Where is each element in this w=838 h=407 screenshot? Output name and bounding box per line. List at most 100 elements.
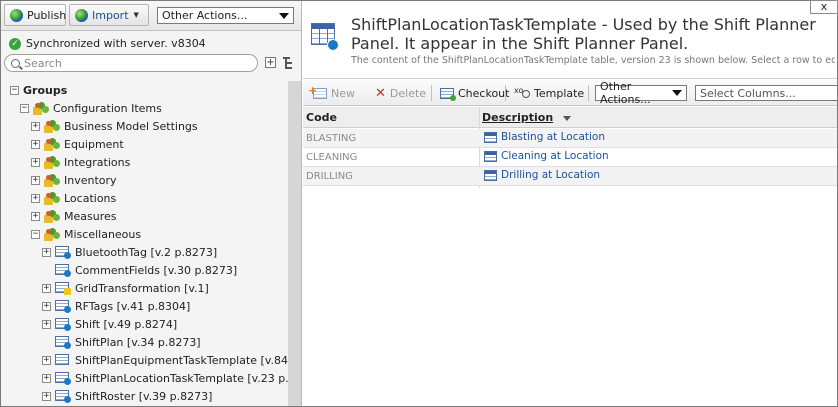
folder-icon (44, 191, 60, 205)
checkout-label: Checkout (458, 86, 510, 100)
tree-node-table[interactable]: + GridTransformation [v.1] (42, 279, 209, 297)
folder-icon (44, 173, 60, 187)
tree-node-label: RFTags [v.41 p.8304] (75, 299, 191, 313)
import-label: Import (92, 8, 129, 22)
cell-code: CLEANING (306, 152, 358, 163)
tree-node-table[interactable]: + BluetoothTag [v.2 p.8273] (42, 243, 217, 261)
description-link[interactable]: Blasting at Location (501, 131, 605, 143)
cell-description[interactable]: Cleaning at Location (484, 150, 609, 162)
tree-node-folder[interactable]: + Business Model Settings (31, 117, 198, 135)
table-row[interactable]: BLASTING Blasting at Location (303, 129, 837, 148)
tree-node-table[interactable]: + RFTags [v.41 p.8304] (42, 297, 190, 315)
tree-node-table[interactable]: ShiftPlan [v.34 p.8273] (42, 333, 201, 351)
expand-icon[interactable]: + (31, 193, 40, 203)
checkout-button[interactable]: Checkout (440, 85, 509, 101)
select-columns-input[interactable]: Select Columns... (695, 85, 837, 101)
expand-icon[interactable]: + (42, 355, 51, 365)
tree-node-table[interactable]: + Shift [v.49 p.8274] (42, 315, 177, 333)
description-link[interactable]: Cleaning at Location (501, 150, 609, 162)
import-button[interactable]: Import ▼ (69, 4, 149, 26)
expand-icon[interactable]: + (42, 391, 51, 401)
expand-icon[interactable]: + (31, 211, 40, 221)
expand-icon[interactable]: + (42, 283, 51, 293)
close-button[interactable]: x (810, 0, 838, 14)
tree-node-folder[interactable]: + Integrations (31, 153, 130, 171)
tree-node-folder[interactable]: + Locations (31, 189, 116, 207)
table-icon (55, 317, 71, 331)
tree-node-folder[interactable]: + Inventory (31, 171, 117, 189)
tree-node-table[interactable]: CommentFields [v.30 p.8273] (42, 261, 237, 279)
expand-icon[interactable]: + (31, 175, 40, 185)
left-panel: Publish Import ▼ Other Actions... ✓ Sync… (1, 1, 302, 406)
other-actions-select[interactable]: Other Actions... (595, 80, 687, 106)
tree-node-label: Miscellaneous (64, 227, 142, 241)
delete-icon: ✕ (375, 85, 386, 101)
template-button[interactable]: Template (514, 85, 584, 101)
expand-icon[interactable]: + (31, 121, 40, 131)
tree-node-label: Equipment (64, 137, 124, 151)
tree-node-table[interactable]: + ShiftRoster [v.39 p.8273] (42, 387, 212, 405)
expand-all-icon[interactable]: + (265, 57, 276, 68)
expand-icon[interactable]: + (42, 247, 51, 257)
tree-node-label: Measures (64, 209, 117, 223)
right-panel: ShiftPlanLocationTaskTemplate - Used by … (303, 0, 838, 406)
tree-node-configuration-items[interactable]: − Configuration Items (20, 99, 162, 117)
expand-icon[interactable]: + (31, 157, 40, 167)
check-icon: ✓ (9, 37, 21, 50)
tree-node-label: Locations (64, 191, 117, 205)
tree-node-label: CommentFields [v.30 p.8273] (75, 263, 238, 277)
tree-node-folder[interactable]: + Equipment (31, 135, 124, 153)
search-input[interactable]: Search (4, 54, 258, 72)
tree-node-label: GridTransformation [v.1] (75, 281, 209, 295)
grid-header: Code Description (303, 107, 837, 128)
other-actions-select[interactable]: Other Actions... (157, 7, 294, 24)
expand-icon[interactable]: + (31, 139, 40, 149)
search-placeholder: Search (24, 56, 62, 70)
import-icon (75, 8, 88, 22)
tree-node-table[interactable]: + ShiftPlanLocationTaskTemplate [v.23 p.… (42, 369, 301, 387)
tree-node-label: Integrations (64, 155, 131, 169)
expand-icon[interactable]: + (42, 301, 51, 311)
tree-node-groups[interactable]: − Groups (10, 81, 67, 99)
collapse-icon[interactable]: − (20, 103, 29, 113)
tree-node-label: Business Model Settings (64, 119, 198, 133)
page-subtitle: The content of the ShiftPlanLocationTask… (351, 55, 835, 66)
expand-icon[interactable]: + (42, 319, 51, 329)
folder-icon (44, 137, 60, 151)
column-header-description[interactable]: Description (482, 107, 571, 128)
folder-icon (44, 209, 60, 223)
folder-icon (44, 227, 60, 241)
table-icon (484, 131, 497, 143)
publish-button[interactable]: Publish (4, 4, 66, 26)
expand-icon[interactable]: + (42, 373, 51, 383)
collapse-icon[interactable]: − (31, 229, 40, 239)
toolbar-divider (431, 85, 432, 101)
delete-button[interactable]: ✕ Delete (375, 85, 426, 101)
table-icon (55, 371, 71, 385)
tree-node-label: ShiftPlanEquipmentTaskTemplate [v.84] (75, 353, 293, 367)
table-icon (484, 169, 497, 181)
table-row[interactable]: DRILLING Drilling at Location (303, 167, 837, 186)
tree-node-label: Configuration Items (53, 101, 162, 115)
tree-node-folder[interactable]: + Measures (31, 207, 116, 225)
left-toolbar: Publish Import ▼ Other Actions... (1, 1, 301, 31)
tree-node-label: Shift [v.49 p.8274] (75, 317, 178, 331)
tree-node-label: ShiftRoster [v.39 p.8273] (75, 389, 213, 403)
tree-scrollbar[interactable] (288, 81, 301, 406)
new-row-icon (308, 84, 327, 99)
collapse-icon[interactable]: − (10, 85, 19, 95)
table-row[interactable]: CLEANING Cleaning at Location (303, 148, 837, 167)
table-icon (55, 245, 71, 259)
tree-node-label: BluetoothTag [v.2 p.8273] (75, 245, 218, 259)
tree-node-folder[interactable]: − Miscellaneous (31, 225, 141, 243)
globe-icon (10, 8, 23, 22)
tree-node-table[interactable]: + ShiftPlanEquipmentTaskTemplate [v.84] (42, 351, 292, 369)
new-button[interactable]: New (308, 84, 355, 101)
tree-view-icon[interactable] (283, 57, 296, 69)
dropdown-arrow-icon (279, 12, 289, 19)
cell-description[interactable]: Blasting at Location (484, 131, 605, 143)
table-icon (55, 335, 71, 349)
column-header-code[interactable]: Code (306, 107, 337, 128)
cell-description[interactable]: Drilling at Location (484, 169, 600, 181)
description-link[interactable]: Drilling at Location (501, 169, 600, 181)
